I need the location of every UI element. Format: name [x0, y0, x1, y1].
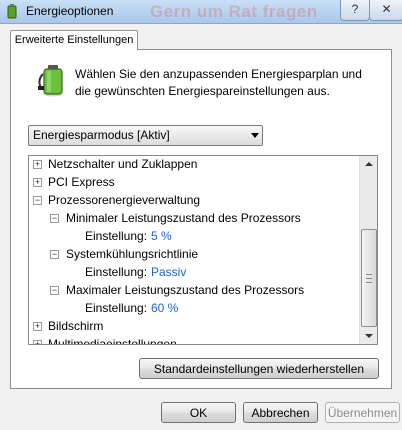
collapse-icon[interactable]: −: [50, 214, 59, 223]
collapse-icon[interactable]: −: [33, 196, 42, 205]
setting-value-link[interactable]: Passiv: [151, 264, 186, 281]
close-button[interactable]: ✕: [369, 0, 402, 21]
ok-button[interactable]: OK: [161, 402, 236, 423]
settings-tree[interactable]: + Netzschalter und Zuklappen + PCI Expre…: [28, 155, 378, 345]
setting-label: Einstellung:: [85, 265, 148, 279]
tree-item-label: Multimediaeinstellungen: [48, 337, 177, 344]
expand-icon[interactable]: +: [33, 340, 42, 344]
collapse-icon[interactable]: −: [50, 250, 59, 259]
tab-advanced-settings[interactable]: Erweiterte Einstellungen: [10, 30, 138, 50]
setting-value-link[interactable]: 60 %: [151, 300, 178, 317]
expand-icon[interactable]: +: [33, 160, 42, 169]
tab-panel: Wählen Sie den anzupassenden Energiespar…: [10, 49, 392, 389]
setting-label: Einstellung:: [85, 229, 148, 243]
scroll-down-arrow-icon[interactable]: [360, 327, 377, 344]
cancel-button[interactable]: Abbrechen: [243, 402, 318, 423]
battery-icon: [7, 4, 17, 19]
title-bar: Energieoptionen Gern um Rat fragen ? ✕: [0, 0, 402, 24]
ghost-banner-text: Gern um Rat fragen: [150, 2, 318, 21]
battery-power-icon: [38, 65, 63, 97]
setting-value-link[interactable]: 5 %: [151, 228, 172, 245]
tree-item-label: Systemkühlungsrichtlinie: [66, 247, 199, 261]
grip-icon: [366, 274, 372, 283]
tree-item-label: Prozessorenergieverwaltung: [48, 193, 201, 207]
apply-button[interactable]: Übernehmen: [325, 402, 400, 423]
chevron-down-icon[interactable]: [251, 133, 259, 138]
expand-icon[interactable]: +: [33, 322, 42, 331]
help-button[interactable]: ?: [340, 0, 370, 21]
expand-icon[interactable]: +: [33, 178, 42, 187]
intro-text: Wählen Sie den anzupassenden Energiespar…: [75, 67, 362, 98]
window-title: Energieoptionen: [26, 4, 114, 18]
scroll-up-arrow-icon[interactable]: [360, 156, 377, 173]
scroll-thumb[interactable]: [361, 229, 377, 327]
restore-defaults-button[interactable]: Standardeinstellungen wiederherstellen: [139, 358, 379, 379]
tree-item-label: Minimaler Leistungszustand des Prozessor…: [66, 211, 301, 225]
tree-item-label: Bildschirm: [48, 319, 104, 333]
vertical-scrollbar[interactable]: [359, 156, 377, 344]
setting-label: Einstellung:: [85, 301, 148, 315]
power-plan-value: Energiesparmodus [Aktiv]: [33, 128, 170, 142]
power-plan-dropdown[interactable]: Energiesparmodus [Aktiv]: [28, 125, 263, 146]
tree-item-label: PCI Express: [48, 175, 115, 189]
collapse-icon[interactable]: −: [50, 286, 59, 295]
tree-item-label: Maximaler Leistungszustand des Prozessor…: [66, 283, 305, 297]
tree-item-label: Netzschalter und Zuklappen: [48, 157, 198, 171]
